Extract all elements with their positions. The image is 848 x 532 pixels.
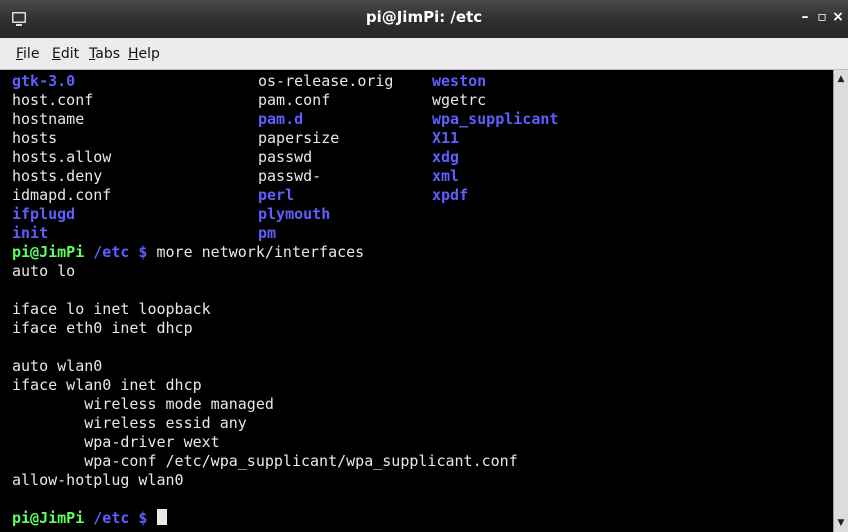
- output-line: auto lo: [12, 262, 76, 280]
- menu-file[interactable]: File: [16, 46, 39, 62]
- listing-item-file: papersize: [258, 129, 340, 147]
- listing-item-dir: xdg: [432, 148, 460, 166]
- listing-item-dir: perl: [258, 186, 295, 204]
- listing-item-dir: wpa_supplicant: [432, 110, 559, 128]
- output-line: wpa-conf /etc/wpa_supplicant/wpa_supplic…: [12, 452, 518, 470]
- output-line: iface eth0 inet dhcp: [12, 319, 193, 337]
- text-cursor: [156, 509, 167, 525]
- listing-item-file: hosts.deny: [12, 167, 103, 185]
- listing-row: gtk-3.0 os-release.orig weston: [12, 72, 486, 91]
- menu-edit-label: dit: [60, 46, 80, 62]
- listing-item-file: host.conf: [12, 91, 94, 109]
- output-line: iface lo inet loopback: [12, 300, 211, 318]
- menu-tabs-label: abs: [95, 46, 120, 62]
- menu-edit-mnemonic: E: [52, 46, 61, 62]
- active-prompt-line[interactable]: pi@JimPi /etc $: [12, 509, 167, 528]
- prompt-user-host: pi@JimPi: [12, 509, 85, 527]
- listing-item-file: hostname: [12, 110, 85, 128]
- scroll-down-arrow-icon[interactable]: ▼: [834, 516, 848, 530]
- menu-file-mnemonic: F: [16, 46, 24, 62]
- prompt-dir: /etc $: [93, 509, 148, 527]
- listing-item-file: wgetrc: [432, 91, 487, 109]
- listing-item-dir: ifplugd: [12, 205, 76, 223]
- maximize-button[interactable]: ▫: [815, 9, 829, 25]
- output-line: allow-hotplug wlan0: [12, 471, 184, 489]
- output-line: wireless mode managed: [12, 395, 274, 413]
- scroll-up-arrow-icon[interactable]: ▲: [834, 72, 848, 86]
- output-line: wireless essid any: [12, 414, 247, 432]
- listing-item-file: os-release.orig: [258, 72, 394, 90]
- listing-item-dir: weston: [432, 72, 487, 90]
- close-button[interactable]: ×: [831, 9, 845, 25]
- listing-item-dir: plymouth: [258, 205, 331, 223]
- listing-item-dir: init: [12, 224, 49, 242]
- listing-row: hosts.deny passwd- xml: [12, 167, 459, 186]
- menu-edit[interactable]: Edit: [52, 46, 79, 62]
- listing-item-dir: pam.d: [258, 110, 304, 128]
- listing-item-file: passwd-: [258, 167, 322, 185]
- menu-help-mnemonic: H: [128, 46, 139, 62]
- listing-row: hosts.allow passwd xdg: [12, 148, 459, 167]
- listing-row: hostname pam.d wpa_supplicant: [12, 110, 558, 129]
- prompt-command: more network/interfaces: [156, 243, 365, 261]
- listing-item-file: hosts: [12, 129, 58, 147]
- vertical-scrollbar[interactable]: ▲ ▼: [833, 70, 848, 532]
- command-prompt-line: pi@JimPi /etc $ more network/interfaces: [12, 243, 364, 262]
- listing-item-dir: gtk-3.0: [12, 72, 76, 90]
- listing-row: ifplugd plymouth: [12, 205, 330, 224]
- output-line: auto wlan0: [12, 357, 103, 375]
- listing-item-dir: xpdf: [432, 186, 469, 204]
- minimize-button[interactable]: –: [798, 9, 812, 25]
- listing-row: init pm: [12, 224, 276, 243]
- menu-file-label: ile: [23, 46, 40, 62]
- window-title: pi@JimPi: /etc: [365, 8, 483, 26]
- listing-item-dir: pm: [258, 224, 277, 242]
- listing-row: host.conf pam.conf wgetrc: [12, 91, 486, 110]
- menu-tabs[interactable]: Tabs: [89, 46, 120, 62]
- listing-item-file: pam.conf: [258, 91, 331, 109]
- listing-item-dir: X11: [432, 129, 460, 147]
- listing-row: hosts papersize X11: [12, 129, 459, 148]
- menu-help[interactable]: Help: [128, 46, 160, 62]
- title-bar[interactable]: pi@JimPi: /etc – ▫ ×: [0, 0, 848, 38]
- listing-item-dir: xml: [432, 167, 460, 185]
- output-line: iface wlan0 inet dhcp: [12, 376, 202, 394]
- listing-row: idmapd.conf perl xpdf: [12, 186, 468, 205]
- menu-help-label: elp: [138, 46, 160, 62]
- listing-item-file: hosts.allow: [12, 148, 112, 166]
- listing-item-file: passwd: [258, 148, 313, 166]
- prompt-user-host: pi@JimPi: [12, 243, 85, 261]
- prompt-dir: /etc $: [93, 243, 148, 261]
- output-line: wpa-driver wext: [12, 433, 220, 451]
- terminal-output[interactable]: gtk-3.0 os-release.orig weston host.conf…: [0, 70, 833, 532]
- menu-bar: File Edit Tabs Help: [0, 38, 848, 70]
- listing-item-file: idmapd.conf: [12, 186, 112, 204]
